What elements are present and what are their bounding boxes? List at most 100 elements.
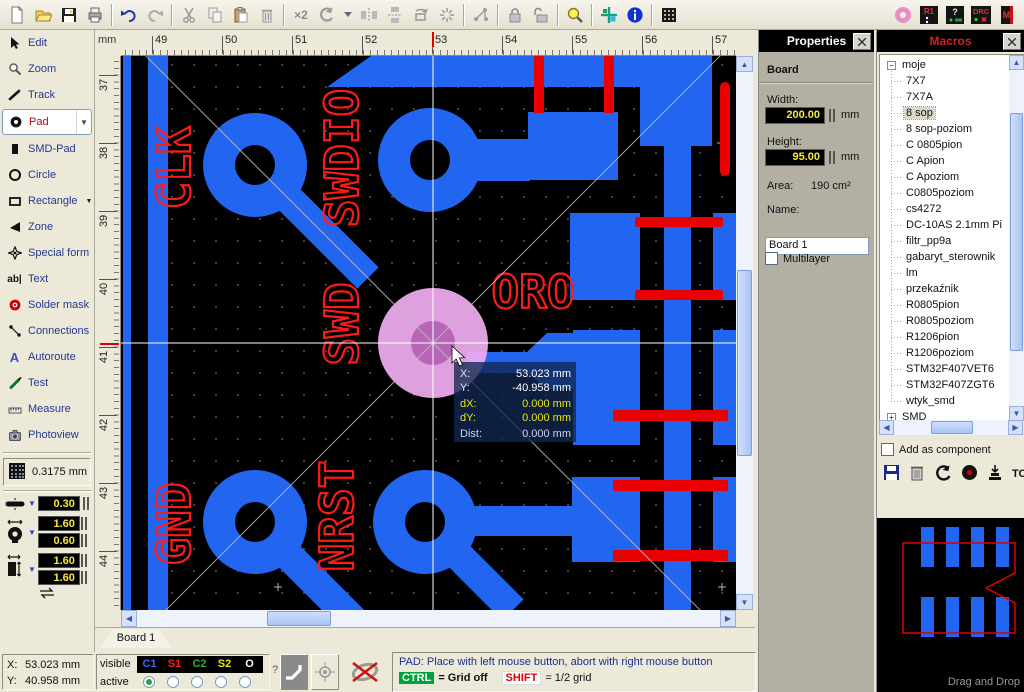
layer-help-link[interactable]: ? <box>272 664 278 676</box>
add-as-component-checkbox[interactable] <box>881 443 894 456</box>
scroll-left-icon[interactable]: ◀ <box>879 420 894 435</box>
height-value[interactable]: 95.00 <box>765 149 825 166</box>
save-icon[interactable] <box>56 3 82 27</box>
smd-size-dropdown-icon[interactable]: ▼ <box>28 565 36 574</box>
horizontal-scroll-thumb[interactable] <box>931 421 973 434</box>
macro-item[interactable]: C Apion <box>880 153 1008 169</box>
track-width-dropdown-icon[interactable]: ▼ <box>28 499 36 508</box>
unlock-icon[interactable] <box>528 3 554 27</box>
sidebar-item-solder-mask[interactable]: Solder mask <box>0 292 94 318</box>
sidebar-item-smd-pad[interactable]: SMD-Pad <box>0 136 94 162</box>
tree-vertical-scrollbar[interactable]: ▲ ▼ <box>1009 55 1024 421</box>
smd-height-spinner[interactable] <box>81 571 87 584</box>
height-spinner[interactable] <box>829 151 835 164</box>
sidebar-item-special-form[interactable]: Special form <box>0 240 94 266</box>
macro-item[interactable]: STM32F407ZGT6 <box>880 377 1008 393</box>
label-swd[interactable]: SWD <box>315 282 369 365</box>
active-layer-radio-c1[interactable] <box>143 676 155 688</box>
tree-horizontal-scrollbar[interactable]: ◀ ▶ <box>879 420 1023 435</box>
macro-item[interactable]: R1206pion <box>880 329 1008 345</box>
tab-board-1[interactable]: Board 1 <box>101 629 171 648</box>
sidebar-item-photoview[interactable]: Photoview <box>0 422 94 448</box>
component-values-icon[interactable]: R1 <box>916 3 942 27</box>
macro-item[interactable]: lm <box>880 265 1008 281</box>
scroll-down-icon[interactable]: ▼ <box>736 594 753 610</box>
print-icon[interactable] <box>82 3 108 27</box>
label-gnd[interactable]: GND <box>147 482 201 565</box>
macro-item[interactable]: C Apoziom <box>880 169 1008 185</box>
mirror-vertical-icon[interactable] <box>382 3 408 27</box>
smd-width-value[interactable]: 1.60 <box>38 553 80 568</box>
vertical-scroll-thumb[interactable] <box>1010 113 1023 351</box>
sidebar-item-rectangle[interactable]: Rectangle▼ <box>0 188 94 214</box>
macro-item[interactable]: przekaźnik <box>880 281 1008 297</box>
pad-hole-spinner[interactable] <box>81 534 87 547</box>
scroll-right-icon[interactable]: ▶ <box>720 610 736 627</box>
rotate-icon[interactable] <box>314 3 340 27</box>
label-clk[interactable]: CLK <box>147 126 201 209</box>
layer-help-icon[interactable]: ? <box>942 3 968 27</box>
sidebar-item-pad[interactable]: Pad▼ <box>2 109 92 135</box>
duplicate-x2-button[interactable]: ×2 <box>288 3 314 27</box>
sidebar-item-edit[interactable]: Edit <box>0 30 94 56</box>
sidebar-item-track[interactable]: Track <box>0 82 94 108</box>
label-oro[interactable]: ORO <box>491 265 574 319</box>
pcb-canvas[interactable]: CLK SWDIO SWD NRST GND ORO <box>121 56 736 610</box>
layer-c1[interactable]: C1 <box>137 658 162 670</box>
rectangle-dropdown-icon[interactable]: ▼ <box>86 198 93 205</box>
info-icon[interactable] <box>622 3 648 27</box>
macro-item[interactable]: 8 sop-poziom <box>880 121 1008 137</box>
active-layer-radio-s1[interactable] <box>167 676 179 688</box>
macro-preview[interactable]: Drag and Drop <box>877 518 1024 692</box>
label-swdio[interactable]: SWDIO <box>315 89 369 227</box>
cut-icon[interactable] <box>176 3 202 27</box>
delete-macro-icon[interactable] <box>909 464 925 484</box>
track-bend-mode-button[interactable] <box>280 654 308 690</box>
new-file-icon[interactable] <box>4 3 30 27</box>
save-macro-icon[interactable] <box>883 464 900 484</box>
active-layer-radio-s2[interactable] <box>215 676 227 688</box>
pad-dropdown-icon[interactable]: ▼ <box>76 110 91 134</box>
grid-setting-button[interactable]: 0.3175 mm <box>3 458 91 486</box>
top-side-label[interactable]: TOP <box>1012 468 1024 480</box>
pan-crosshair-icon[interactable] <box>596 3 622 27</box>
active-layer-radio-c2[interactable] <box>191 676 203 688</box>
macro-item[interactable]: 7X7 <box>880 73 1008 89</box>
scroll-right-icon[interactable]: ▶ <box>1008 420 1023 435</box>
track-width-spinner[interactable] <box>83 497 89 510</box>
pad-hole-value[interactable]: 0.60 <box>38 533 80 548</box>
macro-item[interactable]: DC-10AS 2.1mm Pi <box>880 217 1008 233</box>
undo-icon[interactable] <box>116 3 142 27</box>
multilayer-checkbox[interactable] <box>765 252 778 265</box>
footprint-wizard-icon[interactable] <box>656 3 682 27</box>
rotate-selection-icon[interactable] <box>408 3 434 27</box>
pad-outer-spinner[interactable] <box>81 517 87 530</box>
macro-item[interactable]: gabaryt_sterownik <box>880 249 1008 265</box>
close-icon[interactable] <box>1003 33 1021 50</box>
rotate-dropdown-icon[interactable] <box>340 3 356 27</box>
pad-outer-value[interactable]: 1.60 <box>38 516 80 531</box>
layer-c2[interactable]: C2 <box>187 658 212 670</box>
mirror-horizontal-icon[interactable] <box>356 3 382 27</box>
track-width-value[interactable]: 0.30 <box>38 496 80 511</box>
no-connection-button[interactable] <box>342 654 388 690</box>
macro-tree[interactable]: −moje 7X7 7X7A 8 sop 8 sop-poziom C 0805… <box>879 54 1024 422</box>
canvas-vertical-scrollbar[interactable]: ▲ ▼ <box>736 56 753 610</box>
sidebar-item-autoroute[interactable]: AAutoroute <box>0 344 94 370</box>
canvas-horizontal-scrollbar[interactable]: ◀ ▶ <box>121 610 736 627</box>
pad-size-dropdown-icon[interactable]: ▼ <box>28 528 36 537</box>
place-top-icon[interactable] <box>987 464 1003 484</box>
record-macro-icon[interactable] <box>961 464 978 484</box>
width-spinner[interactable] <box>829 109 835 122</box>
macro-item[interactable]: C0805poziom <box>880 185 1008 201</box>
macro-mode-icon[interactable]: M <box>994 3 1020 27</box>
macro-item[interactable]: STM32F407VET6 <box>880 361 1008 377</box>
active-layer-radio-o[interactable] <box>239 676 251 688</box>
drc-check-icon[interactable]: DRC <box>968 3 994 27</box>
collapse-icon[interactable]: − <box>887 61 896 70</box>
smd-height-value[interactable]: 1.60 <box>38 570 80 585</box>
macro-item-selected[interactable]: 8 sop <box>880 105 1008 121</box>
rotate-macro-icon[interactable] <box>934 464 952 485</box>
scroll-up-icon[interactable]: ▲ <box>1009 55 1024 70</box>
pad-style-icon[interactable] <box>890 3 916 27</box>
